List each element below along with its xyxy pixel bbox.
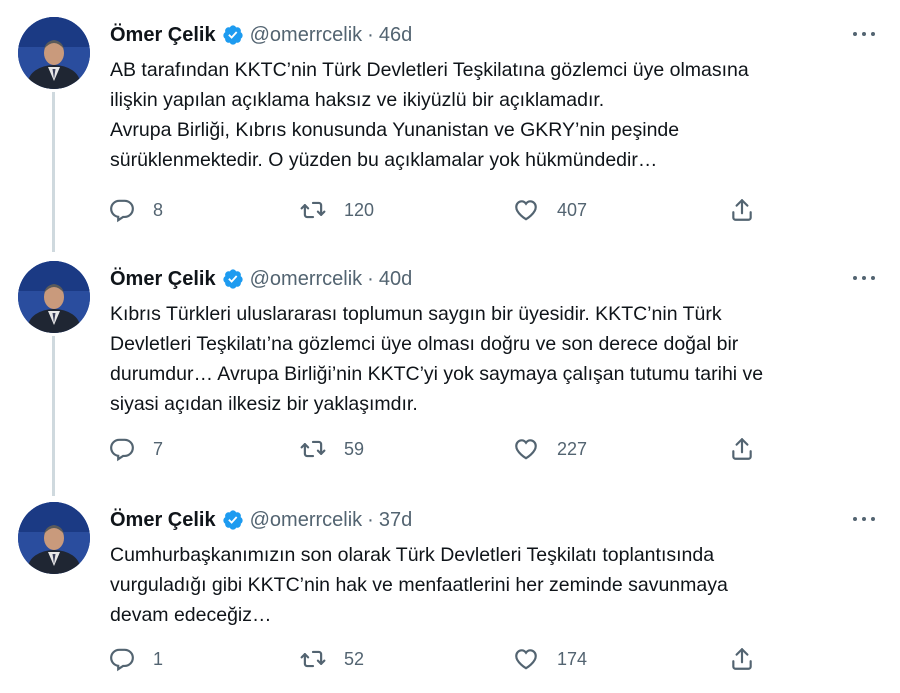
retweet-button[interactable]: 120: [300, 195, 374, 225]
author-name[interactable]: Ömer Çelik: [110, 24, 216, 47]
reply-icon: [110, 438, 134, 462]
reply-count: 7: [153, 438, 164, 459]
like-button[interactable]: 174: [513, 644, 587, 674]
avatar[interactable]: [18, 261, 90, 333]
avatar-photo: [18, 17, 90, 89]
avatar[interactable]: [18, 502, 90, 574]
thread-connector-line: [52, 92, 55, 252]
tweet-timestamp[interactable]: 46d: [379, 24, 412, 47]
retweet-button[interactable]: 52: [300, 644, 364, 674]
like-count: 227: [557, 438, 588, 459]
more-horizontal-icon[interactable]: [850, 507, 878, 531]
reply-icon: [110, 648, 134, 672]
retweet-icon: [300, 650, 326, 668]
like-icon: [515, 649, 537, 670]
tweet-text: AB tarafından KKTC’nin Türk Devletleri T…: [110, 59, 749, 171]
tweet-header: Ömer Çelik @omerrcelik · 46d: [110, 20, 412, 50]
tweet-header: Ömer Çelik @omerrcelik · 40d: [110, 264, 412, 294]
reply-button[interactable]: 8: [109, 195, 163, 225]
reply-count: 1: [153, 648, 164, 669]
thread-connector-line: [52, 336, 55, 496]
like-icon: [515, 200, 537, 221]
avatar[interactable]: [18, 17, 90, 89]
tweet-text: Kıbrıs Türkleri uluslararası toplumun sa…: [110, 303, 764, 415]
share-button[interactable]: [729, 434, 755, 464]
like-button[interactable]: 227: [513, 434, 587, 464]
retweet-count: 52: [344, 648, 365, 669]
share-icon: [732, 199, 752, 221]
verified-badge-icon: [222, 510, 243, 530]
tweet[interactable]: Ömer Çelik @omerrcelik · 40d Kıbrıs Türk…: [0, 244, 900, 496]
tweet[interactable]: Ömer Çelik @omerrcelik · 46d AB tarafınd…: [0, 0, 900, 252]
author-handle[interactable]: @omerrcelik: [250, 24, 363, 47]
avatar-photo: [18, 261, 90, 333]
like-count: 407: [557, 199, 588, 220]
share-icon: [732, 648, 752, 670]
separator-dot: ·: [367, 267, 374, 290]
retweet-count: 59: [344, 438, 365, 459]
reply-icon: [110, 199, 134, 223]
retweet-icon: [300, 201, 326, 219]
retweet-count: 120: [344, 199, 375, 220]
like-count: 174: [557, 648, 588, 669]
like-button[interactable]: 407: [513, 195, 587, 225]
reply-button[interactable]: 7: [109, 434, 163, 464]
avatar-photo: [18, 502, 90, 574]
like-icon: [515, 439, 537, 460]
retweet-button[interactable]: 59: [300, 434, 364, 464]
verified-badge-icon: [222, 25, 243, 45]
author-handle[interactable]: @omerrcelik: [250, 509, 363, 532]
reply-button[interactable]: 1: [109, 644, 163, 674]
tweet-timestamp[interactable]: 40d: [379, 268, 412, 291]
more-horizontal-icon[interactable]: [850, 22, 878, 46]
more-horizontal-icon[interactable]: [850, 266, 878, 290]
share-button[interactable]: [729, 195, 755, 225]
tweet-actions: 7 59 227: [0, 434, 900, 464]
separator-dot: ·: [367, 508, 374, 531]
author-name[interactable]: Ömer Çelik: [110, 268, 216, 291]
tweet-actions: 1 52 174: [0, 644, 900, 674]
reply-count: 8: [153, 199, 164, 220]
author-name[interactable]: Ömer Çelik: [110, 509, 216, 532]
tweet-thread: Ömer Çelik @omerrcelik · 46d AB tarafınd…: [0, 0, 900, 693]
tweet-text: Cumhurbaşkanımızın son olarak Türk Devle…: [110, 544, 728, 626]
separator-dot: ·: [367, 23, 374, 46]
tweet[interactable]: Ömer Çelik @omerrcelik · 37d Cumhurbaşka…: [0, 485, 900, 693]
share-icon: [732, 438, 752, 460]
tweet-actions: 8 120 407: [0, 195, 900, 225]
share-button[interactable]: [729, 644, 755, 674]
verified-badge-icon: [222, 269, 243, 289]
tweet-header: Ömer Çelik @omerrcelik · 37d: [110, 505, 412, 535]
tweet-timestamp[interactable]: 37d: [379, 509, 412, 532]
author-handle[interactable]: @omerrcelik: [250, 268, 363, 291]
retweet-icon: [300, 440, 326, 458]
